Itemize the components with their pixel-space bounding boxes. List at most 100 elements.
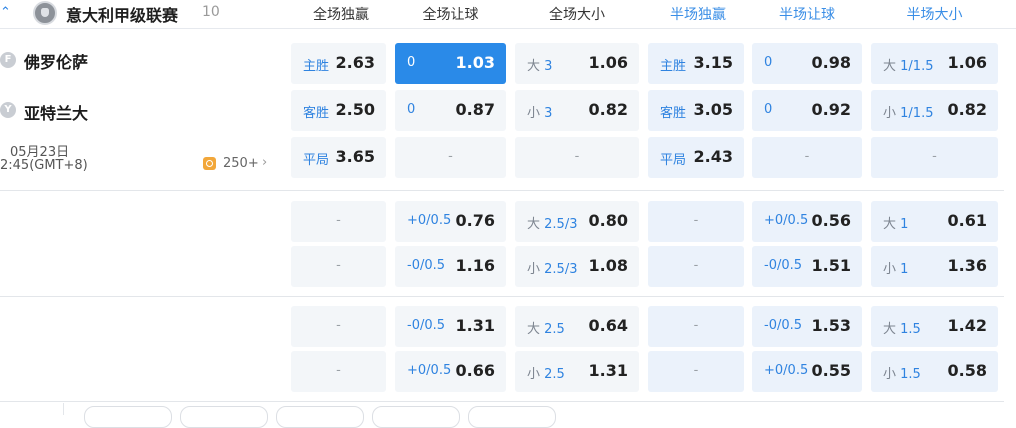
odds-cell[interactable]: 主胜 2.63 (291, 43, 386, 84)
odds-empty: - (693, 213, 699, 228)
odds-cell[interactable]: 客胜 2.50 (291, 90, 386, 131)
odds-cell[interactable]: - (291, 351, 386, 392)
odds-value: 0.66 (455, 361, 495, 380)
more-bets-count[interactable]: 250+ (223, 156, 259, 171)
away-team-badge-icon: Y (0, 102, 16, 118)
odds-cell[interactable]: 小 1 1.36 (871, 246, 998, 287)
odds-cell[interactable]: 客胜 3.05 (648, 90, 744, 131)
filter-pill[interactable] (276, 406, 364, 428)
odds-cell[interactable]: 0 1.03 (395, 43, 506, 84)
more-bets-icon[interactable] (203, 157, 216, 170)
odds-cell[interactable]: 大 2.5 0.64 (515, 306, 639, 347)
odds-cell[interactable]: 小 3 0.82 (515, 90, 639, 131)
odds-label: +0/0.5 (764, 213, 809, 228)
odds-cell[interactable]: +0/0.5 0.66 (395, 351, 506, 392)
odds-cell[interactable]: - (515, 137, 639, 178)
odds-label: 平局 (303, 153, 330, 168)
odds-value: 2.43 (693, 147, 733, 166)
odds-cell[interactable]: -0/0.5 1.53 (752, 306, 862, 347)
odds-cell[interactable]: 大 3 1.06 (515, 43, 639, 84)
odds-cell[interactable]: - (291, 246, 386, 287)
odds-label: 0 (764, 55, 773, 70)
row-divider (0, 296, 1004, 297)
odds-value: 1.51 (811, 256, 851, 275)
odds-value: 1.06 (947, 53, 987, 72)
odds-value: 0.61 (947, 211, 987, 230)
odds-cell[interactable]: - (395, 137, 506, 178)
odds-value: 3.65 (335, 147, 375, 166)
odds-cell[interactable]: 小 1/1.5 0.82 (871, 90, 998, 131)
odds-label: 大 1 (883, 217, 909, 232)
odds-cell[interactable]: - (648, 246, 744, 287)
odds-label: 小 3 (527, 106, 553, 121)
odds-cell[interactable]: +0/0.5 0.76 (395, 201, 506, 242)
odds-value: 2.50 (335, 100, 375, 119)
odds-cell[interactable]: 主胜 3.15 (648, 43, 744, 84)
odds-cell[interactable]: 大 1/1.5 1.06 (871, 43, 998, 84)
odds-cell[interactable]: - (648, 351, 744, 392)
odds-cell[interactable]: 大 1 0.61 (871, 201, 998, 242)
odds-cell[interactable]: - (648, 306, 744, 347)
odds-label: 客胜 (303, 106, 330, 121)
odds-cell[interactable]: -0/0.5 1.31 (395, 306, 506, 347)
league-match-count: 10 (202, 4, 220, 20)
odds-value: 0.87 (455, 100, 495, 119)
odds-cell[interactable]: +0/0.5 0.56 (752, 201, 862, 242)
odds-value: 1.53 (811, 316, 851, 335)
odds-label: 大 1/1.5 (883, 59, 934, 74)
filter-pill[interactable] (84, 406, 172, 428)
odds-cell[interactable]: 0 0.92 (752, 90, 862, 131)
away-team-name[interactable]: 亚特兰大 (24, 100, 88, 124)
odds-cell[interactable]: -0/0.5 1.16 (395, 246, 506, 287)
odds-cell[interactable]: - (752, 137, 862, 178)
odds-cell[interactable]: - (871, 137, 998, 178)
odds-label: +0/0.5 (764, 363, 809, 378)
odds-cell[interactable]: 平局 2.43 (648, 137, 744, 178)
league-name[interactable]: 意大利甲级联赛 (66, 2, 178, 26)
row-divider (0, 190, 1004, 191)
column-header: 全场让球 (422, 7, 479, 23)
odds-value: 1.42 (947, 316, 987, 335)
odds-label: 主胜 (303, 59, 330, 74)
filter-pill[interactable] (468, 406, 556, 428)
filter-pill[interactable] (180, 406, 268, 428)
odds-cell[interactable]: 大 1.5 1.42 (871, 306, 998, 347)
filter-pill[interactable] (372, 406, 460, 428)
odds-empty: - (336, 258, 341, 273)
odds-cell[interactable]: 平局 3.65 (291, 137, 386, 178)
odds-cell[interactable]: +0/0.5 0.55 (752, 351, 862, 392)
odds-value: 1.08 (588, 256, 628, 275)
odds-empty: - (693, 258, 699, 273)
odds-empty: - (804, 149, 810, 164)
odds-label: 0 (764, 102, 773, 117)
odds-value: 0.55 (811, 361, 851, 380)
row-divider (0, 401, 1004, 402)
odds-value: 0.82 (588, 100, 628, 119)
column-header: 半场独赢 (670, 7, 726, 23)
odds-value: 3.05 (693, 100, 733, 119)
odds-cell[interactable]: -0/0.5 1.51 (752, 246, 862, 287)
home-team-name[interactable]: 佛罗伦萨 (24, 49, 88, 73)
column-header: 全场大小 (549, 7, 605, 23)
odds-cell[interactable]: 小 2.5/3 1.08 (515, 246, 639, 287)
odds-empty: - (336, 363, 341, 378)
odds-empty: - (932, 149, 937, 164)
odds-cell[interactable]: 大 2.5/3 0.80 (515, 201, 639, 242)
odds-cell[interactable]: - (648, 201, 744, 242)
odds-label: +0/0.5 (407, 213, 452, 228)
chevron-right-icon[interactable]: › (262, 155, 267, 170)
odds-empty: - (693, 363, 699, 378)
odds-cell[interactable]: 小 2.5 1.31 (515, 351, 639, 392)
league-header: ⌃ 意大利甲级联赛 10 全场独赢 全场让球 全场大小 半场独赢 半场让球 半场大小 (0, 0, 1016, 29)
odds-label: 客胜 (660, 106, 687, 121)
odds-cell[interactable]: 小 1.5 0.58 (871, 351, 998, 392)
odds-value: 0.82 (947, 100, 987, 119)
odds-cell[interactable]: 0 0.87 (395, 90, 506, 131)
odds-cell[interactable]: - (291, 306, 386, 347)
odds-value: 0.58 (947, 361, 987, 380)
odds-label: -0/0.5 (764, 318, 803, 333)
odds-label: -0/0.5 (764, 258, 803, 273)
odds-cell[interactable]: - (291, 201, 386, 242)
chevron-up-icon[interactable]: ⌃ (0, 6, 12, 20)
odds-cell[interactable]: 0 0.98 (752, 43, 862, 84)
